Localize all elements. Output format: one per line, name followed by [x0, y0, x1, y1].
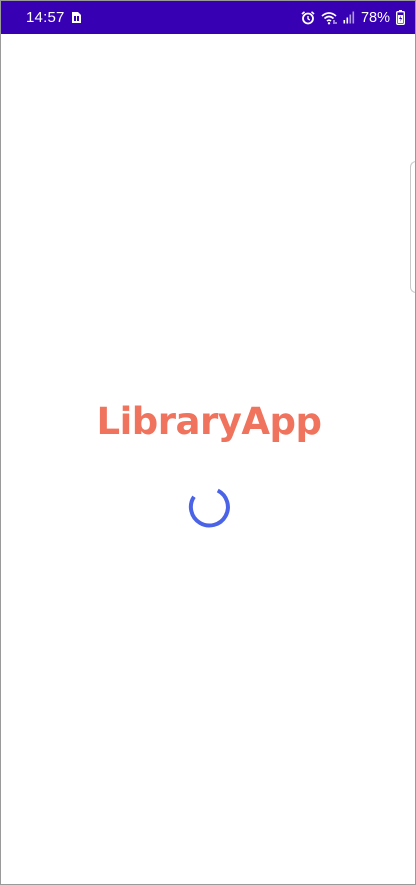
app-screen: 14:57 78% LibraryApp — [0, 0, 416, 885]
battery-icon — [396, 10, 405, 25]
signal-icon — [343, 11, 355, 24]
status-bar: 14:57 78% — [1, 1, 415, 34]
battery-percentage: 78% — [360, 9, 390, 26]
status-time: 14:57 — [26, 9, 65, 26]
sim-card-icon — [71, 11, 82, 24]
edge-panel-handle[interactable] — [410, 161, 415, 293]
status-bar-right: 78% — [301, 10, 405, 26]
alarm-icon — [301, 10, 315, 25]
app-title: LibraryApp — [96, 400, 322, 443]
loading-spinner-icon — [188, 488, 230, 528]
loading-spinner — [188, 484, 232, 528]
wifi-icon — [321, 11, 337, 25]
status-bar-left: 14:57 — [26, 9, 82, 26]
